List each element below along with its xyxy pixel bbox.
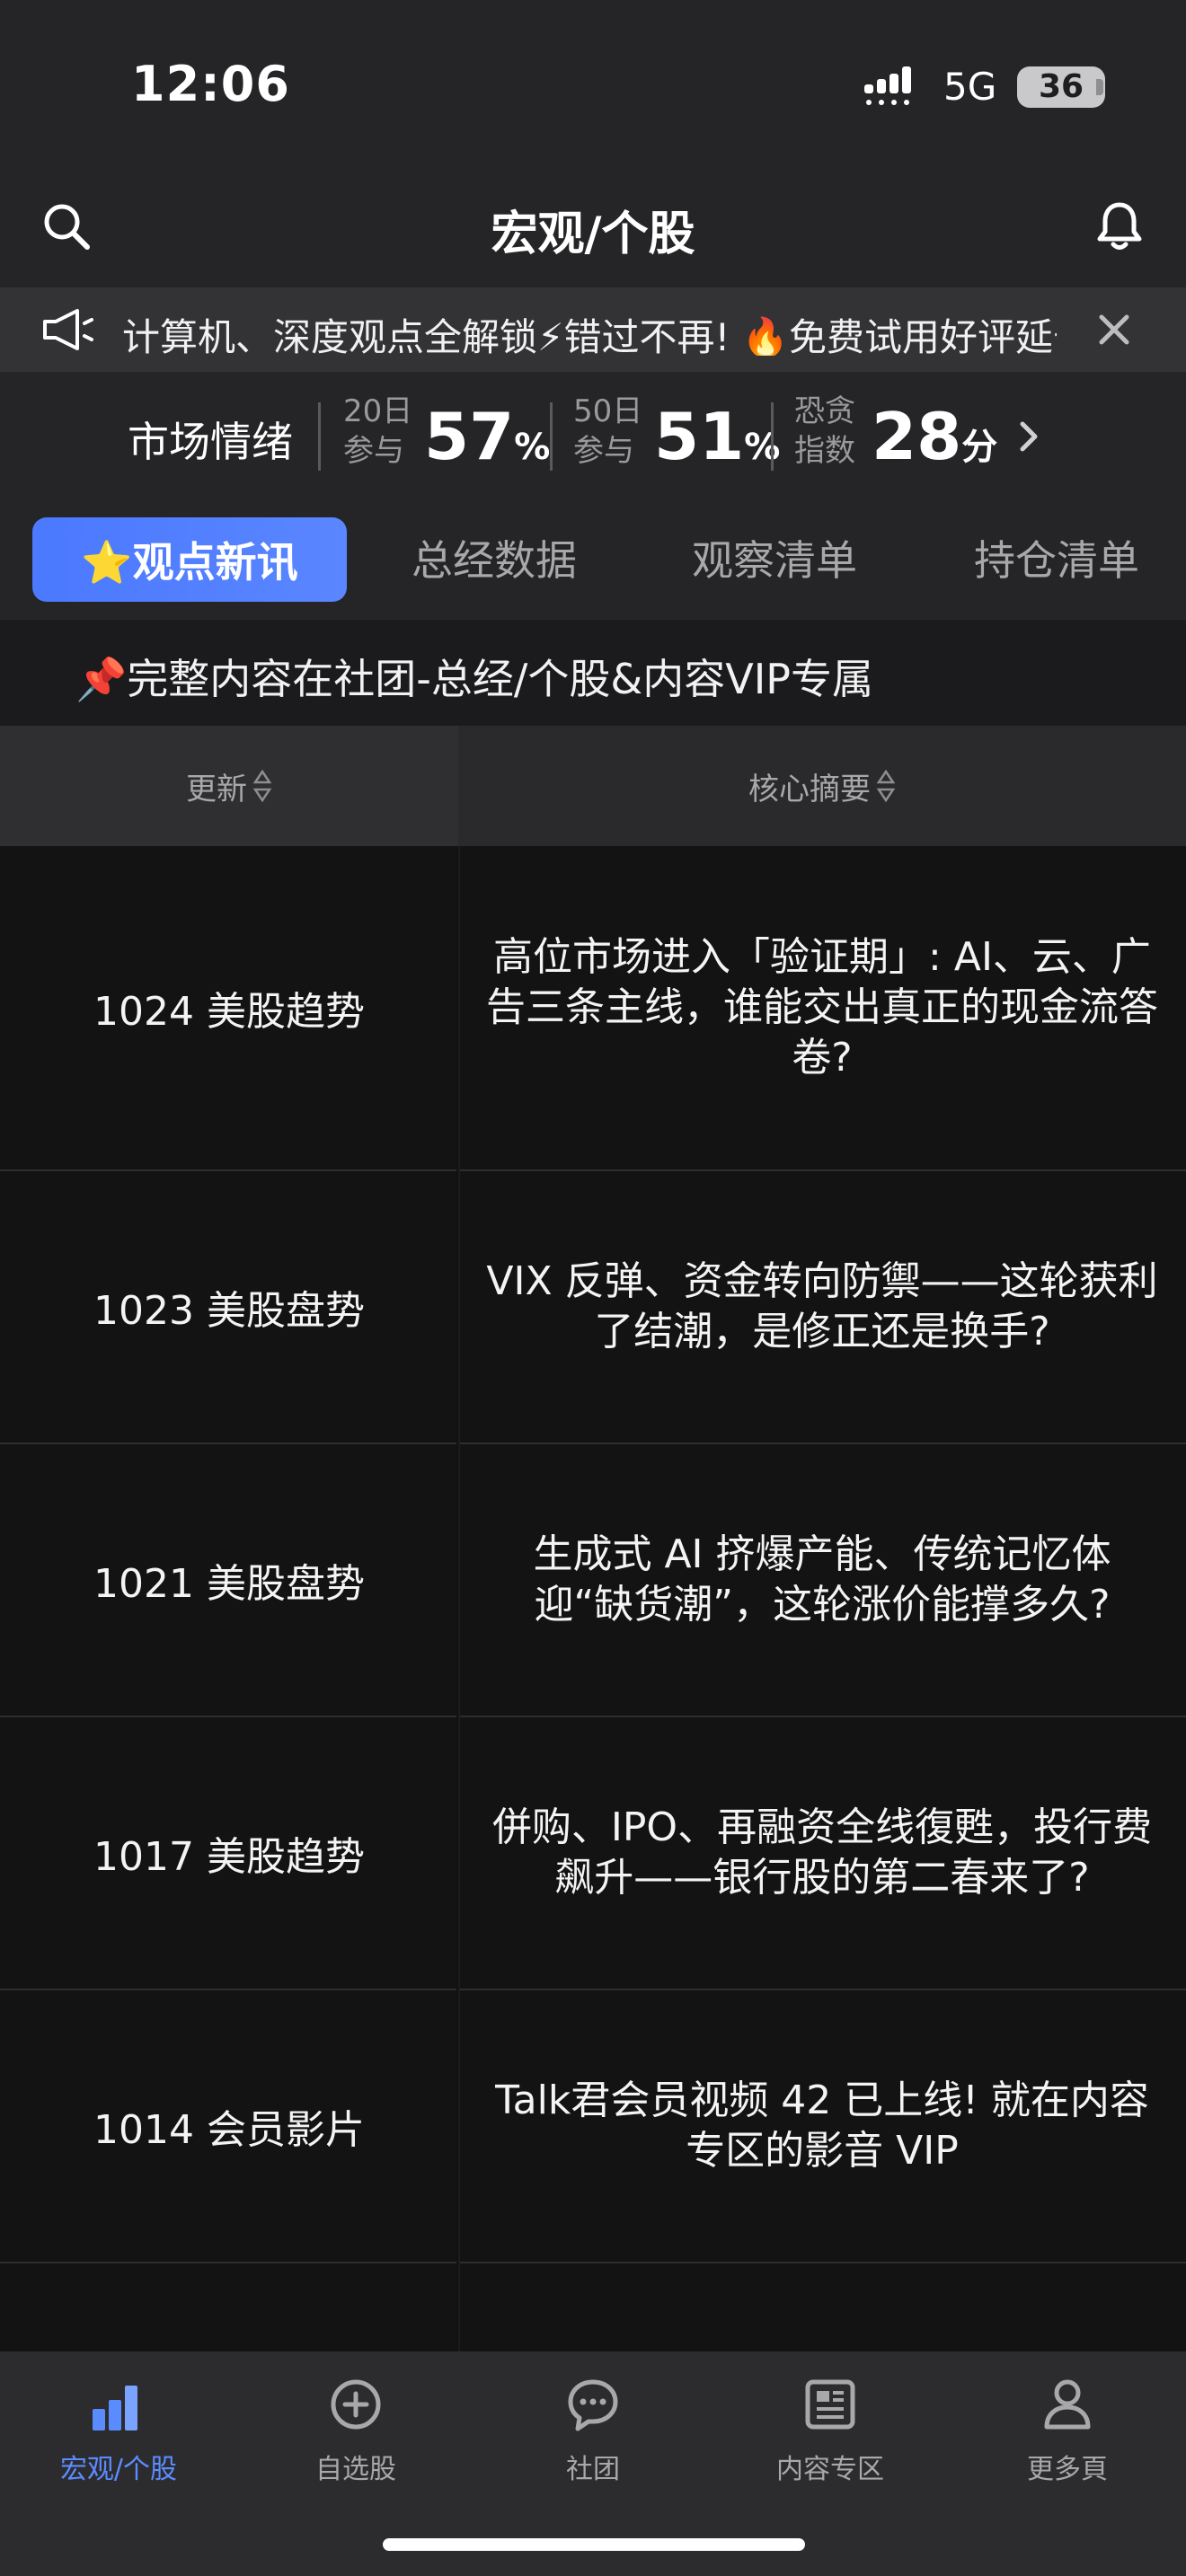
user-icon xyxy=(1044,2379,1091,2430)
bar-chart-icon xyxy=(93,2386,137,2430)
day50-value: 51% xyxy=(654,399,780,474)
day20-label-top: 20日 xyxy=(343,393,413,429)
summary-cell: VIX 反弹、资金转向防禦——这轮获利了结潮，是修正还是换手? xyxy=(486,1258,1158,1354)
fear-label-top: 恐贪 xyxy=(794,393,855,429)
day50-unit: % xyxy=(744,427,781,468)
sort-icon xyxy=(252,769,272,803)
fear-label-bottom: 指数 xyxy=(794,433,855,469)
table-row[interactable]: 1024 美股趋势 高位市场进入「验证期」: AI、云、广告三条主线，谁能交出真… xyxy=(0,846,1186,1171)
status-bar: 12:06 5G 36 xyxy=(0,0,1186,171)
fear-number: 28 xyxy=(872,399,962,474)
nav-watchlist[interactable]: 自选股 xyxy=(237,2373,474,2486)
table-header: 更新 核心摘要 xyxy=(0,726,1186,846)
megaphone-icon xyxy=(43,309,93,350)
column-header-update[interactable]: 更新 xyxy=(0,726,458,846)
nav-label: 社团 xyxy=(566,2454,620,2485)
close-ticker-button[interactable] xyxy=(1078,294,1150,366)
tab-macro-data[interactable]: 总经数据 xyxy=(412,528,577,587)
app-header: 宏观/个股 xyxy=(0,171,1186,287)
battery-level: 36 xyxy=(1038,68,1084,105)
battery-cap xyxy=(1096,79,1103,95)
summary-cell: 生成式 AI 挤爆产能、传统记忆体迎“缺货潮”，这轮涨价能撑多久? xyxy=(533,1531,1111,1628)
divider xyxy=(550,402,553,471)
summary-cell: 併购、IPO、再融资全线復甦，投行费飙升——银行股的第二春来了? xyxy=(491,1804,1153,1901)
summary-cell: Talk君会员视频 42 已上线! 就在内容专区的影音 VIP xyxy=(495,2078,1149,2174)
announcement-ticker[interactable]: 计算机、深度观点全解锁⚡错过不再! 🔥免费试用好评延长 xyxy=(0,287,1186,372)
app-screen: 12:06 5G 36 宏观/个股 计算机、深度观点全解锁⚡错过不再! 🔥免费试… xyxy=(0,0,1186,2576)
fear-greed-value: 28分 xyxy=(872,399,997,474)
day20-label-bottom: 参与 xyxy=(343,433,404,469)
close-icon xyxy=(1099,314,1129,345)
table-row[interactable]: 1023 美股盘势 VIX 反弹、资金转向防禦——这轮获利了结潮，是修正还是换手… xyxy=(0,1171,1186,1444)
newspaper-icon xyxy=(805,2379,855,2430)
update-cell: 1021 美股盘势 xyxy=(93,1561,365,1607)
nav-more[interactable]: 更多頁 xyxy=(949,2373,1186,2486)
day50-number: 51 xyxy=(654,399,745,474)
column-header-label: 核心摘要 xyxy=(748,771,871,807)
update-cell: 1014 会员影片 xyxy=(93,2107,365,2153)
notifications-button[interactable] xyxy=(1084,190,1155,262)
nav-content-zone[interactable]: 内容专区 xyxy=(712,2373,949,2486)
notice-text: 📌完整内容在社团-总经/个股&内容VIP专属 xyxy=(75,655,874,703)
nav-label: 自选股 xyxy=(315,2454,396,2485)
network-label: 5G xyxy=(943,65,997,109)
day20-value: 57% xyxy=(424,399,550,474)
vip-notice: 📌完整内容在社团-总经/个股&内容VIP专属 xyxy=(0,620,1186,726)
chat-bubble-icon xyxy=(568,2379,618,2431)
table-body: 1024 美股趋势 高位市场进入「验证期」: AI、云、广告三条主线，谁能交出真… xyxy=(0,846,1186,2355)
market-sentiment[interactable]: 市场情绪 20日 参与 57% 50日 参与 51% 恐贪 指数 28分 xyxy=(0,372,1186,501)
nav-label: 宏观/个股 xyxy=(59,2454,178,2485)
column-divider xyxy=(456,846,460,2355)
tab-bar: ⭐观点新讯 总经数据 观察清单 持仓清单 xyxy=(0,501,1186,620)
update-cell: 1023 美股盘势 xyxy=(93,1288,365,1334)
table-row[interactable]: 1014 会员影片 Talk君会员视频 42 已上线! 就在内容专区的影音 VI… xyxy=(0,1990,1186,2263)
update-cell: 1024 美股趋势 xyxy=(93,989,365,1035)
table-row[interactable]: 1017 美股趋势 併购、IPO、再融资全线復甦，投行费飙升——银行股的第二春来… xyxy=(0,1717,1186,1990)
nav-macro-stocks[interactable]: 宏观/个股 xyxy=(0,2373,237,2486)
column-header-summary[interactable]: 核心摘要 xyxy=(458,726,1186,846)
summary-cell: 高位市场进入「验证期」: AI、云、广告三条主线，谁能交出真正的现金流答卷? xyxy=(486,934,1158,1081)
plus-circle-icon xyxy=(331,2379,381,2430)
column-header-label: 更新 xyxy=(186,771,247,807)
nav-label: 内容专区 xyxy=(776,2454,884,2485)
page-title: 宏观/个股 xyxy=(491,207,695,261)
ticker-text: 计算机、深度观点全解锁⚡错过不再! 🔥免费试用好评延长 xyxy=(122,315,1057,356)
signal-icon xyxy=(864,66,911,105)
sentiment-title: 市场情绪 xyxy=(128,418,293,466)
tab-insights[interactable]: ⭐观点新讯 xyxy=(32,517,347,602)
nav-community[interactable]: 社团 xyxy=(474,2373,712,2486)
nav-label: 更多頁 xyxy=(1027,2454,1108,2485)
divider xyxy=(318,402,321,471)
bell-icon xyxy=(1097,202,1142,250)
status-time: 12:06 xyxy=(131,56,290,112)
day20-number: 57 xyxy=(424,399,515,474)
battery-icon: 36 xyxy=(1017,66,1105,108)
day50-label-bottom: 参与 xyxy=(573,433,634,469)
update-cell: 1017 美股趋势 xyxy=(93,1834,365,1880)
fear-unit: 分 xyxy=(961,427,998,468)
divider xyxy=(771,402,774,471)
day50-label-top: 50日 xyxy=(573,393,643,429)
table-row[interactable]: 1021 美股盘势 生成式 AI 挤爆产能、传统记忆体迎“缺货潮”，这轮涨价能撑… xyxy=(0,1444,1186,1717)
chevron-right-icon xyxy=(1020,421,1038,452)
tab-watchlist[interactable]: 观察清单 xyxy=(692,528,857,587)
home-indicator[interactable] xyxy=(383,2538,805,2551)
day20-unit: % xyxy=(514,427,551,468)
sort-icon xyxy=(876,769,896,803)
tab-holdings[interactable]: 持仓清单 xyxy=(974,528,1139,587)
